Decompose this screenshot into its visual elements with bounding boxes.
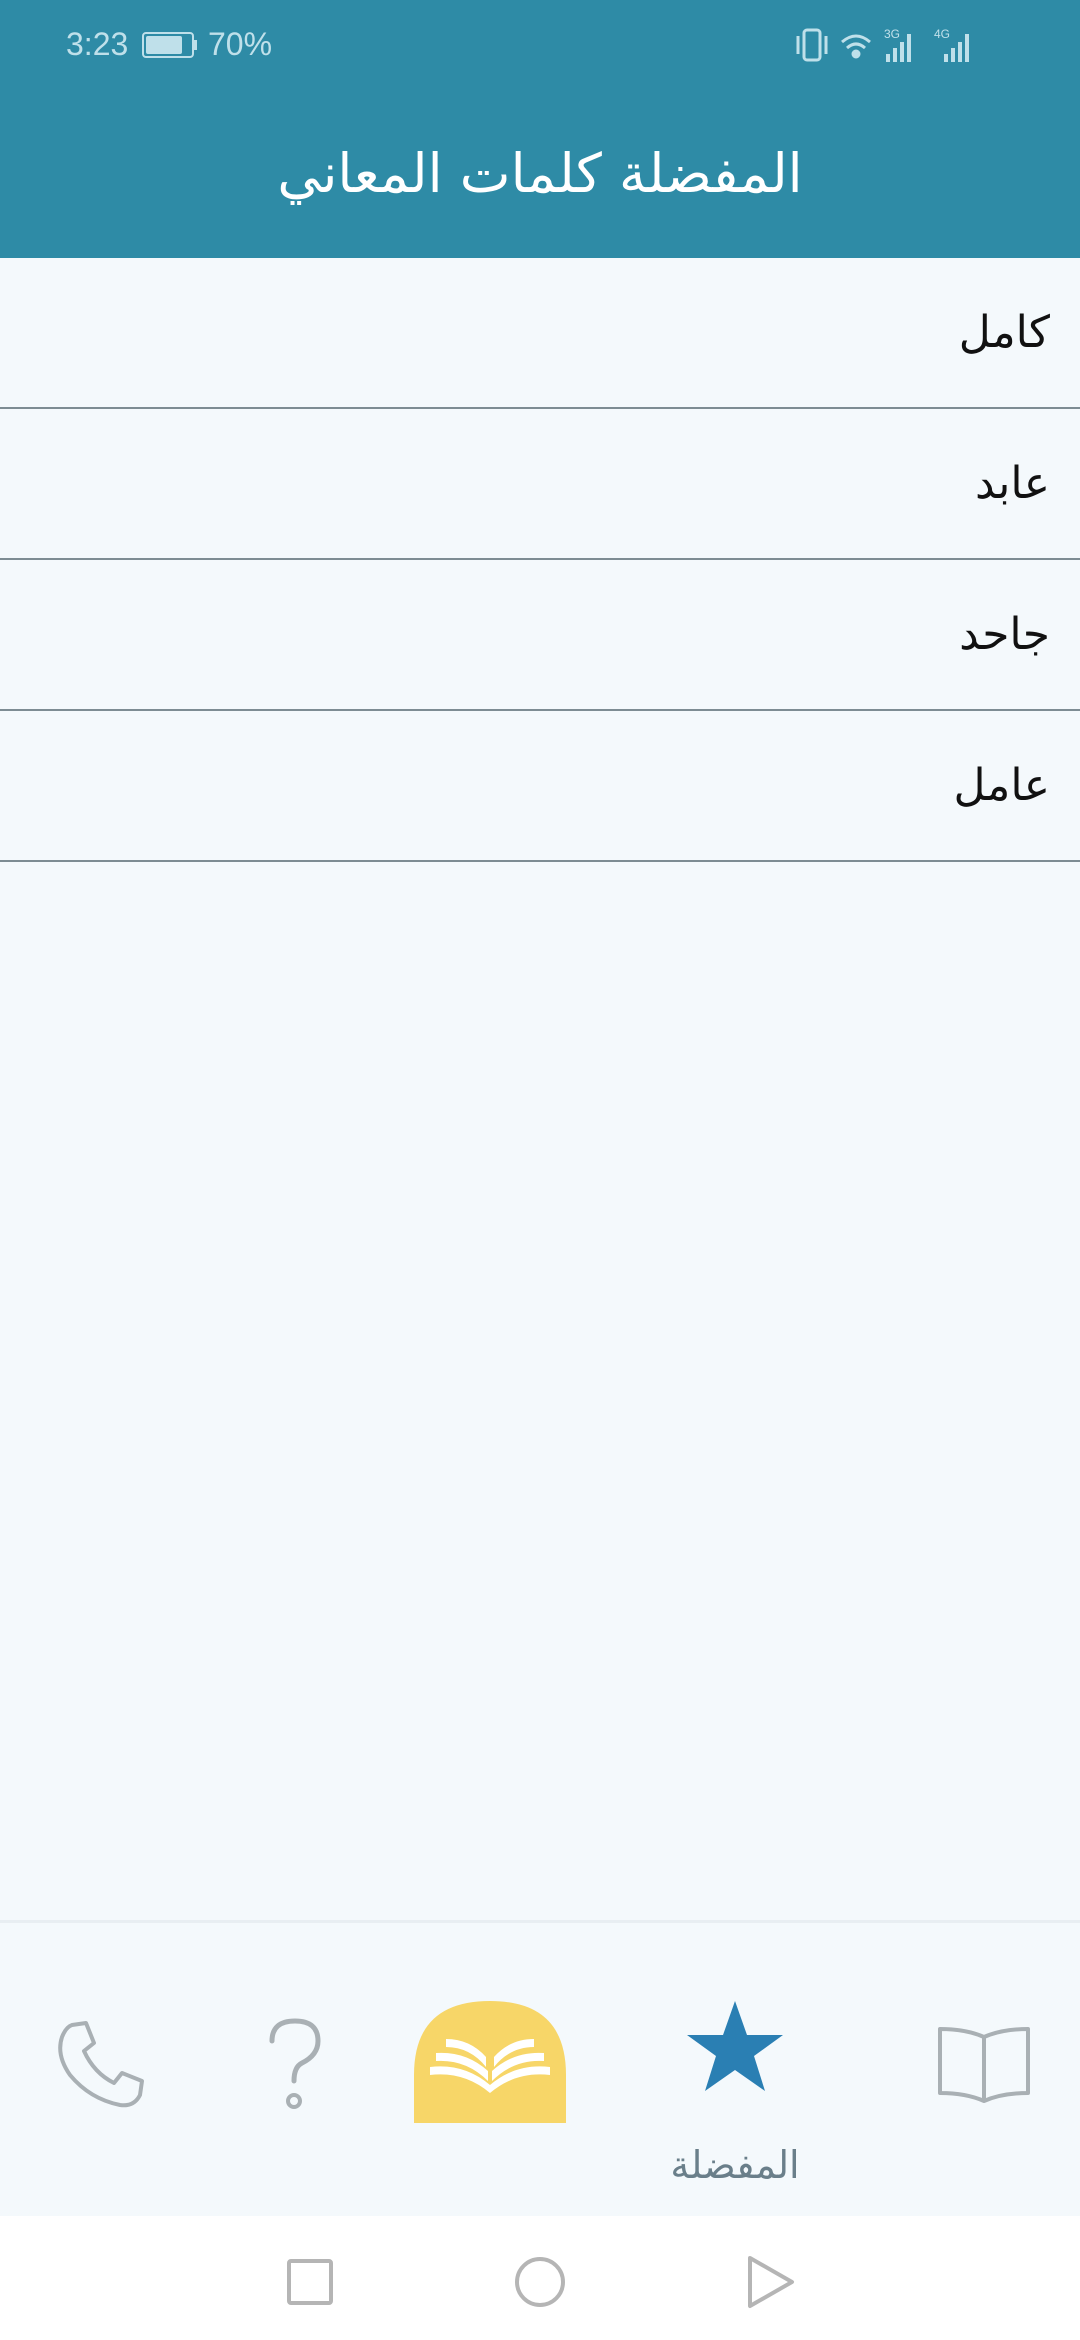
nav-help[interactable] bbox=[240, 1923, 350, 2219]
status-icons: 3G 4G bbox=[796, 27, 969, 62]
nav-label-favorites: المفضلة bbox=[670, 2143, 800, 2187]
home-circle-icon[interactable] bbox=[510, 2252, 570, 2312]
question-icon bbox=[269, 2018, 321, 2109]
nav-dictionary[interactable] bbox=[924, 1923, 1044, 2219]
net-3g-label: 3G bbox=[884, 27, 900, 41]
nav-phone[interactable] bbox=[40, 1923, 160, 2219]
favorite-word: جاحد bbox=[959, 609, 1050, 660]
app-bar: المفضلة كلمات المعاني bbox=[0, 88, 1080, 258]
status-bar: 3:23 70% 3G 4G bbox=[0, 0, 1080, 88]
favorite-word: عابد bbox=[974, 458, 1050, 509]
back-triangle-icon[interactable] bbox=[740, 2252, 800, 2312]
list-item[interactable]: عابد bbox=[0, 409, 1080, 560]
page-title: المفضلة كلمات المعاني bbox=[277, 141, 803, 205]
list-item[interactable]: كامل bbox=[0, 258, 1080, 409]
list-item[interactable]: جاحد bbox=[0, 560, 1080, 711]
favorite-word: كامل bbox=[958, 307, 1050, 358]
recents-square-icon[interactable] bbox=[280, 2252, 340, 2312]
star-icon bbox=[687, 2001, 783, 2091]
open-book-icon bbox=[938, 2027, 1030, 2103]
bottom-nav: المفضلة bbox=[0, 1920, 1080, 2219]
nav-home-logo[interactable] bbox=[414, 1923, 566, 2219]
phone-icon bbox=[58, 2021, 144, 2108]
app-logo-book-icon bbox=[414, 2001, 566, 2123]
vibrate-icon bbox=[796, 28, 828, 62]
favorites-list: كامل عابد جاحد عامل bbox=[0, 258, 1080, 862]
wifi-icon bbox=[841, 34, 871, 59]
system-nav-bar bbox=[0, 2216, 1080, 2340]
battery-icon bbox=[142, 32, 197, 58]
nav-favorites[interactable]: المفضلة bbox=[660, 1923, 810, 2219]
net-4g-label: 4G bbox=[934, 27, 950, 41]
battery-percent: 70% bbox=[208, 26, 273, 62]
favorite-word: عامل bbox=[953, 760, 1050, 811]
list-item[interactable]: عامل bbox=[0, 711, 1080, 862]
status-time: 3:23 bbox=[66, 26, 129, 62]
